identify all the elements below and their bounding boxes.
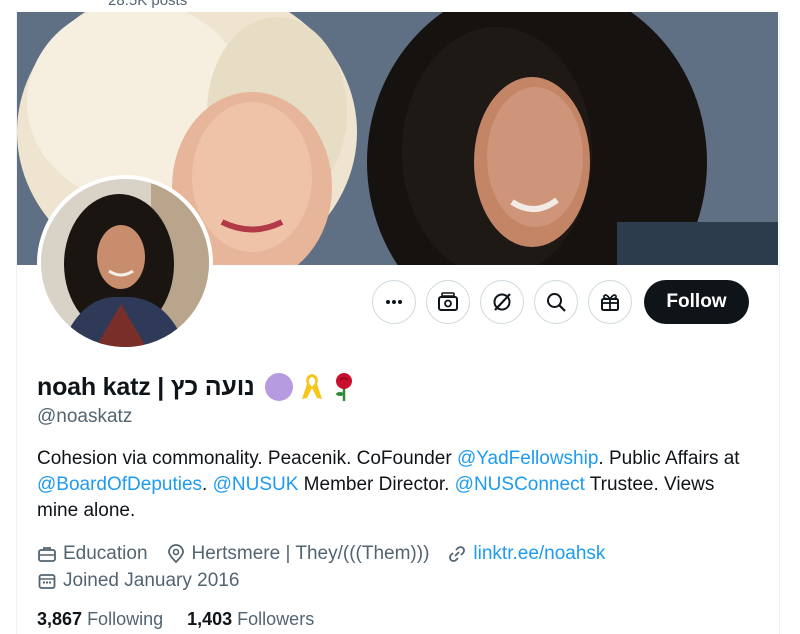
more-button[interactable] — [372, 280, 416, 324]
bio-text: Member Director. — [298, 474, 455, 495]
avatar[interactable] — [37, 175, 213, 351]
rose-icon — [335, 373, 352, 401]
avatar-image — [41, 179, 209, 347]
search-icon — [547, 293, 566, 312]
subscriptions-button[interactable] — [426, 280, 470, 324]
website-item[interactable]: linktr.ee/noahsk — [447, 543, 605, 565]
profile-bio: Cohesion via commonality. Peacenik. CoFo… — [37, 446, 757, 524]
following-label: Following — [87, 609, 164, 629]
calendar-icon — [38, 573, 56, 589]
yellow-ribbon-icon — [301, 374, 322, 399]
profile-actions: Follow — [372, 280, 749, 324]
follow-button[interactable]: Follow — [644, 280, 749, 324]
display-name: noah katz | נועה כץ — [37, 372, 255, 401]
search-button[interactable] — [534, 280, 578, 324]
grok-icon — [493, 293, 511, 311]
followers-stat[interactable]: 1,403 Followers — [187, 609, 314, 630]
followers-count: 1,403 — [187, 609, 233, 629]
profile-meta: Education Hertsmere | They/(((Them))) li… — [37, 540, 623, 594]
top-strip: 28.5K posts — [0, 0, 800, 12]
bio-text: . Public Affairs at — [598, 448, 740, 469]
gift-button[interactable] — [588, 280, 632, 324]
category-text: Education — [63, 542, 148, 564]
purple-circle-badge — [264, 373, 293, 401]
location-item: Hertsmere | They/(((Them))) — [166, 542, 430, 565]
profile-stats: 3,867 Following 1,403 Followers — [37, 609, 338, 630]
more-icon — [386, 300, 402, 304]
post-count: 28.5K posts — [108, 0, 188, 9]
mention-link[interactable]: @BoardOfDeputies — [37, 474, 202, 495]
joined-text: Joined January 2016 — [63, 569, 240, 591]
briefcase-icon — [38, 546, 56, 562]
mention-link[interactable]: @NUSUK — [213, 474, 299, 495]
followers-label: Followers — [237, 609, 315, 629]
following-count: 3,867 — [37, 609, 83, 629]
bio-text: Cohesion via commonality. Peacenik. CoFo… — [37, 448, 457, 469]
grok-button[interactable] — [480, 280, 524, 324]
location-pin-icon — [167, 543, 184, 563]
profile-handle: @noaskatz — [37, 406, 133, 427]
category-item: Education — [37, 543, 148, 565]
subscriptions-icon — [438, 292, 458, 311]
name-row: noah katz | נועה כץ — [37, 372, 357, 402]
joined-item: Joined January 2016 — [37, 570, 239, 592]
bio-text: . — [202, 474, 213, 495]
website-link[interactable]: linktr.ee/noahsk — [473, 543, 605, 565]
mention-link[interactable]: @YadFellowship — [457, 448, 598, 469]
following-stat[interactable]: 3,867 Following — [37, 609, 163, 630]
mention-link[interactable]: @NUSConnect — [455, 474, 585, 495]
location-text: Hertsmere | They/(((Them))) — [191, 542, 430, 564]
link-icon — [449, 545, 466, 562]
gift-icon — [601, 294, 619, 311]
